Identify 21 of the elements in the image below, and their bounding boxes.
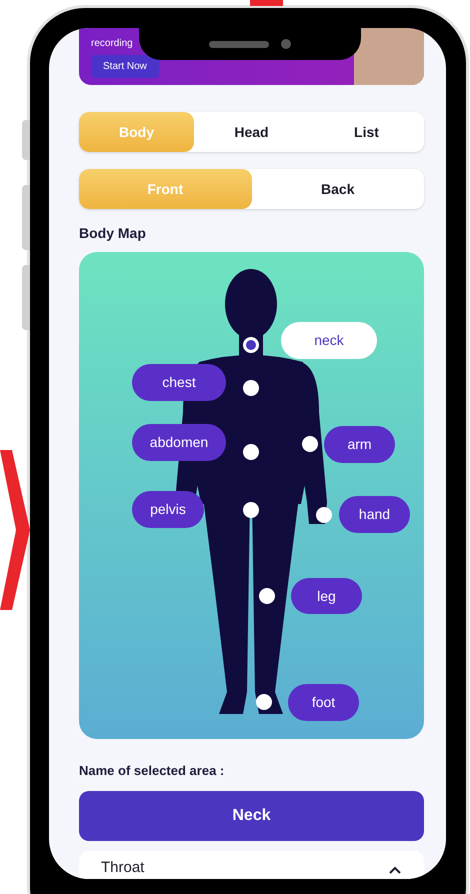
region-label[interactable]: leg <box>291 578 362 614</box>
selected-area-value: Neck <box>79 790 424 840</box>
region-label[interactable]: abdomen <box>132 424 226 461</box>
region-label[interactable]: arm <box>324 426 395 463</box>
tab[interactable]: Back <box>252 169 424 209</box>
photo-placeholder <box>354 28 424 85</box>
start-now-button[interactable]: Start Now <box>91 55 159 78</box>
section-title: Body Map <box>79 224 147 243</box>
chevron-up-icon <box>388 864 402 874</box>
field-label: Name of selected area : <box>79 762 226 780</box>
region-label[interactable]: chest <box>132 364 226 401</box>
banner-text: recording <box>91 37 133 51</box>
region-label[interactable]: pelvis <box>132 491 204 528</box>
speaker-icon <box>209 40 269 48</box>
tab[interactable]: List <box>309 112 424 152</box>
region-label[interactable]: neck <box>281 322 377 359</box>
region-label[interactable]: hand <box>339 496 410 533</box>
accordion-header[interactable]: Throat <box>79 850 424 879</box>
camera-icon <box>281 39 291 49</box>
region-label[interactable]: foot <box>288 684 359 721</box>
tab[interactable]: Head <box>194 112 309 152</box>
